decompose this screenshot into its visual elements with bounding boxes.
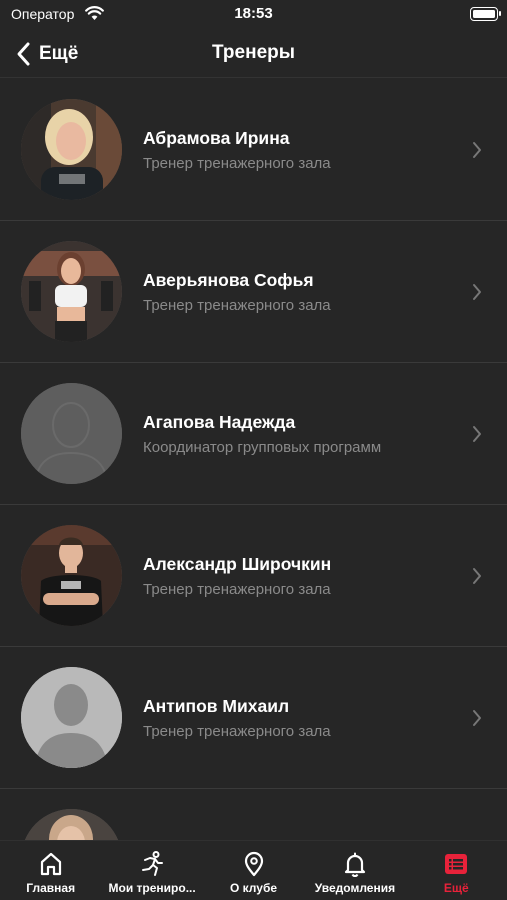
tab-about-club[interactable]: О клубе [203,841,304,900]
trainer-row[interactable]: Абрамова Ирина Тренер тренажерного зала [0,79,507,221]
trainer-name: Агапова Надежда [143,412,296,432]
tab-home[interactable]: Главная [0,841,101,900]
battery-icon [470,7,501,21]
chevron-right-icon [473,142,481,158]
trainer-row[interactable] [0,789,507,840]
tab-bar: Главная Мои трениро... О клубе Уведомлен… [0,840,507,900]
back-label: Ещё [39,43,79,64]
trainer-avatar [21,525,122,626]
status-bar: Оператор 18:53 [0,0,507,30]
trainer-name: Аверьянова Софья [143,270,314,290]
tab-more[interactable]: Ещё [406,841,507,900]
tab-label: О клубе [229,881,278,895]
trainer-row[interactable]: Антипов Михаил Тренер тренажерного зала [0,647,507,789]
tab-label: Уведомления [314,881,396,895]
trainer-name: Абрамова Ирина [143,128,290,148]
tab-label: Ещё [443,881,469,895]
trainer-name: Александр Широчкин [143,554,332,574]
tab-label: Мои трениро... [108,881,196,895]
trainer-name: Антипов Михаил [143,696,290,716]
chevron-left-icon [17,42,30,66]
trainer-list: Абрамова Ирина Тренер тренажерного зала … [0,79,507,840]
location-pin-icon [244,851,263,877]
status-time: 18:53 [234,5,273,22]
home-icon [40,852,61,876]
bell-icon [344,852,366,877]
chevron-right-icon [473,568,481,584]
trainer-row[interactable]: Александр Широчкин Тренер тренажерного з… [0,505,507,647]
trainer-role: Тренер тренажерного зала [143,581,331,598]
trainer-row[interactable]: Агапова Надежда Координатор групповых пр… [0,363,507,505]
trainer-avatar [21,241,122,342]
trainer-role: Тренер тренажерного зала [143,723,331,740]
chevron-right-icon [473,284,481,300]
trainer-row[interactable]: Аверьянова Софья Тренер тренажерного зал… [0,221,507,363]
running-person-icon [142,851,164,876]
back-button[interactable]: Ещё [12,39,78,69]
tab-label: Главная [26,881,76,895]
chevron-right-icon [473,426,481,442]
chevron-right-icon [473,710,481,726]
trainer-avatar [21,809,122,840]
trainer-avatar-placeholder [21,667,122,768]
list-icon [445,854,468,874]
trainer-avatar-placeholder [21,383,122,484]
trainer-role: Тренер тренажерного зала [143,155,331,172]
trainer-role: Тренер тренажерного зала [143,297,331,314]
tab-my-workouts[interactable]: Мои трениро... [101,841,202,900]
navigation-bar: Ещё Тренеры [0,30,507,78]
tab-notifications[interactable]: Уведомления [304,841,405,900]
trainer-role: Координатор групповых программ [143,439,382,456]
trainer-avatar [21,99,122,200]
